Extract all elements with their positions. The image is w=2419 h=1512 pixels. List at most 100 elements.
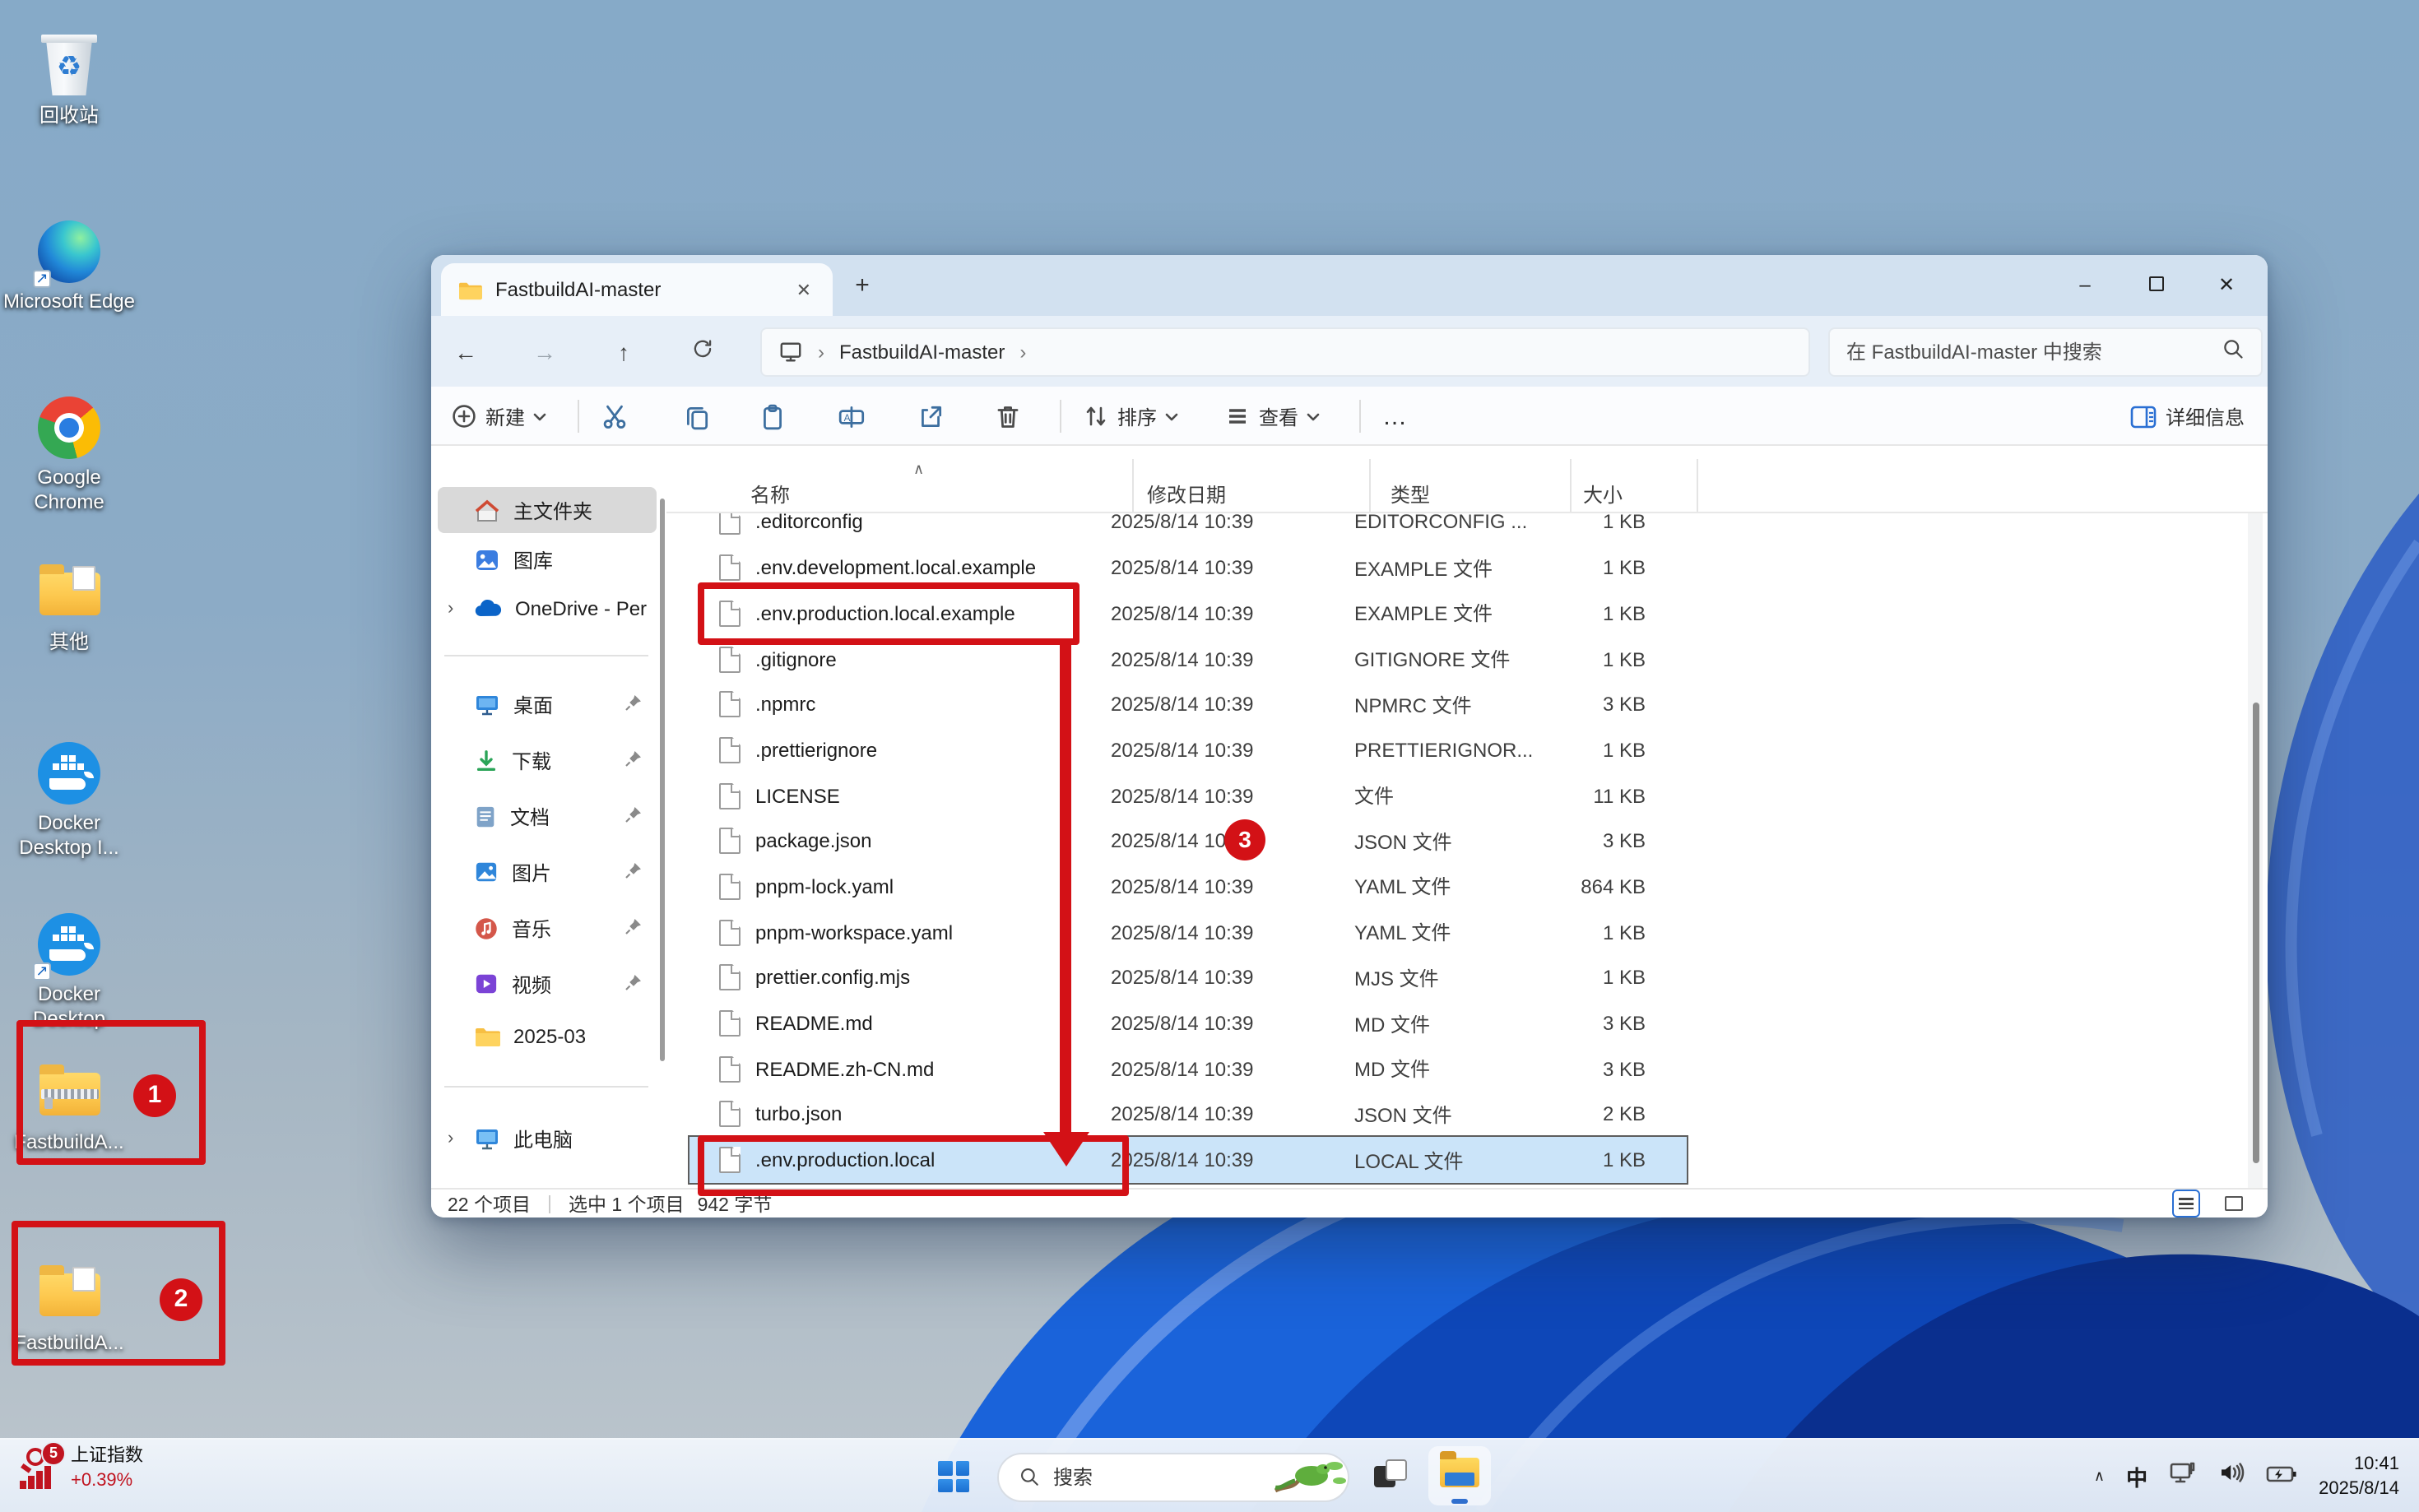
tab-close-icon[interactable]: ✕ [792,279,816,300]
details-pane-button[interactable]: 详细信息 [2129,387,2245,446]
expand-chevron-icon[interactable]: › [448,1129,453,1148]
sidebar-item-2025-03[interactable]: 2025-03 [438,1013,657,1060]
desktop-icon-label: FastbuildA... [0,1331,138,1355]
search-box[interactable]: 在 FastbuildAI-master 中搜索 [1828,327,2263,376]
file-date: 2025/8/14 10:39 [1111,511,1354,534]
file-row[interactable]: .gitignore 2025/8/14 10:39 GITIGNORE 文件 … [689,636,1687,681]
share-button[interactable] [917,387,945,446]
file-type: MD 文件 [1354,1055,1572,1083]
window-titlebar[interactable]: FastbuildAI-master ✕ + – ✕ [431,255,2268,316]
file-row[interactable]: .env.production.local 2025/8/14 10:39 LO… [689,1137,1687,1182]
taskbar-explorer-button[interactable] [1428,1446,1491,1505]
column-size[interactable]: 大小 [1583,480,1623,508]
paste-button[interactable] [759,387,787,446]
file-date: 2025/8/14 10:39 [1111,921,1354,944]
column-type[interactable]: 类型 [1391,480,1430,508]
network-icon[interactable] [2169,1460,2197,1493]
task-view-button[interactable] [1374,1459,1410,1494]
new-tab-button[interactable]: + [844,268,880,304]
sidebar-item-pictures[interactable]: 图片 [438,849,657,895]
clock[interactable]: 10:41 2025/8/14 [2319,1452,2399,1500]
close-button[interactable]: ✕ [2194,258,2259,311]
folder-tab-icon [457,279,482,300]
desktop-icon-qita[interactable]: 其他 [0,559,138,654]
file-row[interactable]: .prettierignore 2025/8/14 10:39 PRETTIER… [689,727,1687,772]
large-icons-view-toggle[interactable] [2220,1189,2248,1217]
sidebar-scrollbar[interactable] [660,499,665,1061]
file-list-scrollbar[interactable] [2248,513,2263,1188]
sidebar-item-desktop[interactable]: 桌面 [438,681,657,727]
file-size: 1 KB [1572,511,1646,534]
taskbar-search[interactable]: 搜索 [997,1452,1349,1501]
sidebar-item-music[interactable]: 音乐 [438,905,657,951]
view-button[interactable]: 查看 [1224,387,1320,446]
file-row[interactable]: pnpm-lock.yaml 2025/8/14 10:39 YAML 文件 8… [689,864,1687,909]
scrollbar-thumb[interactable] [2253,703,2259,1163]
file-row[interactable]: .env.production.local.example 2025/8/14 … [689,591,1687,636]
cut-button[interactable] [601,387,629,446]
start-button[interactable] [938,1461,969,1492]
refresh-button[interactable] [678,327,727,377]
breadcrumb[interactable]: › FastbuildAI-master › [760,327,1810,376]
sidebar-item-downloads[interactable]: 下载 [438,737,657,783]
desktop-icon-fastbuildai-folder[interactable]: FastbuildA... [0,1260,138,1355]
desktop-icon-recycle-bin[interactable]: ♻ 回收站 [0,33,138,128]
sidebar-item-videos[interactable]: 视频 [438,961,657,1007]
file-icon [719,691,741,717]
file-row[interactable]: README.zh-CN.md 2025/8/14 10:39 MD 文件 3 … [689,1046,1687,1092]
file-row[interactable]: turbo.json 2025/8/14 10:39 JSON 文件 2 KB [689,1092,1687,1137]
sidebar-item-onedrive[interactable]: › OneDrive - Per [438,586,657,632]
file-row[interactable]: .env.development.local.example 2025/8/14… [689,545,1687,591]
crumb-separator[interactable]: › [1019,340,1026,363]
file-row[interactable]: pnpm-workspace.yaml 2025/8/14 10:39 YAML… [689,910,1687,955]
desktop-icon-chrome[interactable]: Google Chrome [0,395,138,514]
column-name[interactable]: 名称 [750,480,790,508]
column-header-row: ∧ 名称 修改日期 类型 大小 [666,475,2268,513]
desktop-icon-fastbuildai-zip[interactable]: FastbuildA... [0,1060,138,1154]
sidebar-item-home[interactable]: 主文件夹 [438,487,657,533]
file-size: 3 KB [1572,1057,1646,1080]
sidebar-item-documents[interactable]: 文档 [438,793,657,839]
desktop-icon-label: Docker Desktop [0,982,138,1031]
file-row[interactable]: LICENSE 2025/8/14 10:39 文件 11 KB [689,772,1687,818]
breadcrumb-path[interactable]: FastbuildAI-master [839,340,1005,363]
minimize-button[interactable]: – [2052,258,2118,311]
new-button[interactable]: 新建 [451,387,546,446]
file-row[interactable]: prettier.config.mjs 2025/8/14 10:39 MJS … [689,955,1687,1000]
column-date[interactable]: 修改日期 [1147,480,1226,508]
system-tray: ∧ 中 10:41 2025/8/14 [2094,1440,2419,1512]
stocks-widget[interactable]: 5 上证指数 +0.39% [16,1445,143,1496]
file-size: 1 KB [1572,647,1646,670]
crumb-separator: › [818,340,824,363]
desktop-icon-docker-installer[interactable]: Docker Desktop I... [0,740,138,860]
file-row[interactable]: .npmrc 2025/8/14 10:39 NPMRC 文件 3 KB [689,682,1687,727]
rename-button[interactable]: A [838,387,867,446]
battery-icon[interactable] [2266,1462,2297,1491]
maximize-button[interactable] [2123,258,2189,311]
copy-button[interactable] [683,387,711,446]
file-icon [719,601,741,627]
desktop-icon-docker-desktop[interactable]: ↗ Docker Desktop [0,911,138,1031]
search-icon [1019,1466,1040,1487]
volume-icon[interactable] [2218,1461,2245,1492]
forward-button[interactable]: → [520,327,569,377]
ime-indicator[interactable]: 中 [2126,1461,2147,1492]
explorer-tab[interactable]: FastbuildAI-master ✕ [441,263,833,316]
file-row[interactable]: package.json 3 2025/8/14 10:39 JSON 文件 3… [689,819,1687,864]
details-view-toggle[interactable] [2172,1189,2200,1217]
sidebar-item-gallery[interactable]: 图库 [438,536,657,582]
up-button[interactable]: ↑ [599,327,648,377]
tray-date: 2025/8/14 [2319,1477,2399,1501]
sort-button[interactable]: 排序 [1083,387,1178,446]
annotation-badge-1: 1 [133,1074,176,1117]
more-button[interactable]: … [1382,387,1409,446]
back-button[interactable]: ← [441,327,490,377]
view-lines-icon [1224,403,1251,429]
file-icon [719,1055,741,1082]
desktop-icon-edge[interactable]: ↗ Microsoft Edge [0,219,138,313]
hidden-icons-chevron[interactable]: ∧ [2094,1468,2105,1486]
sidebar-item-this-pc[interactable]: › 此电脑 [438,1115,657,1162]
delete-button[interactable] [994,387,1022,446]
expand-chevron-icon[interactable]: › [448,599,453,619]
file-row[interactable]: README.md 2025/8/14 10:39 MD 文件 3 KB [689,1000,1687,1046]
